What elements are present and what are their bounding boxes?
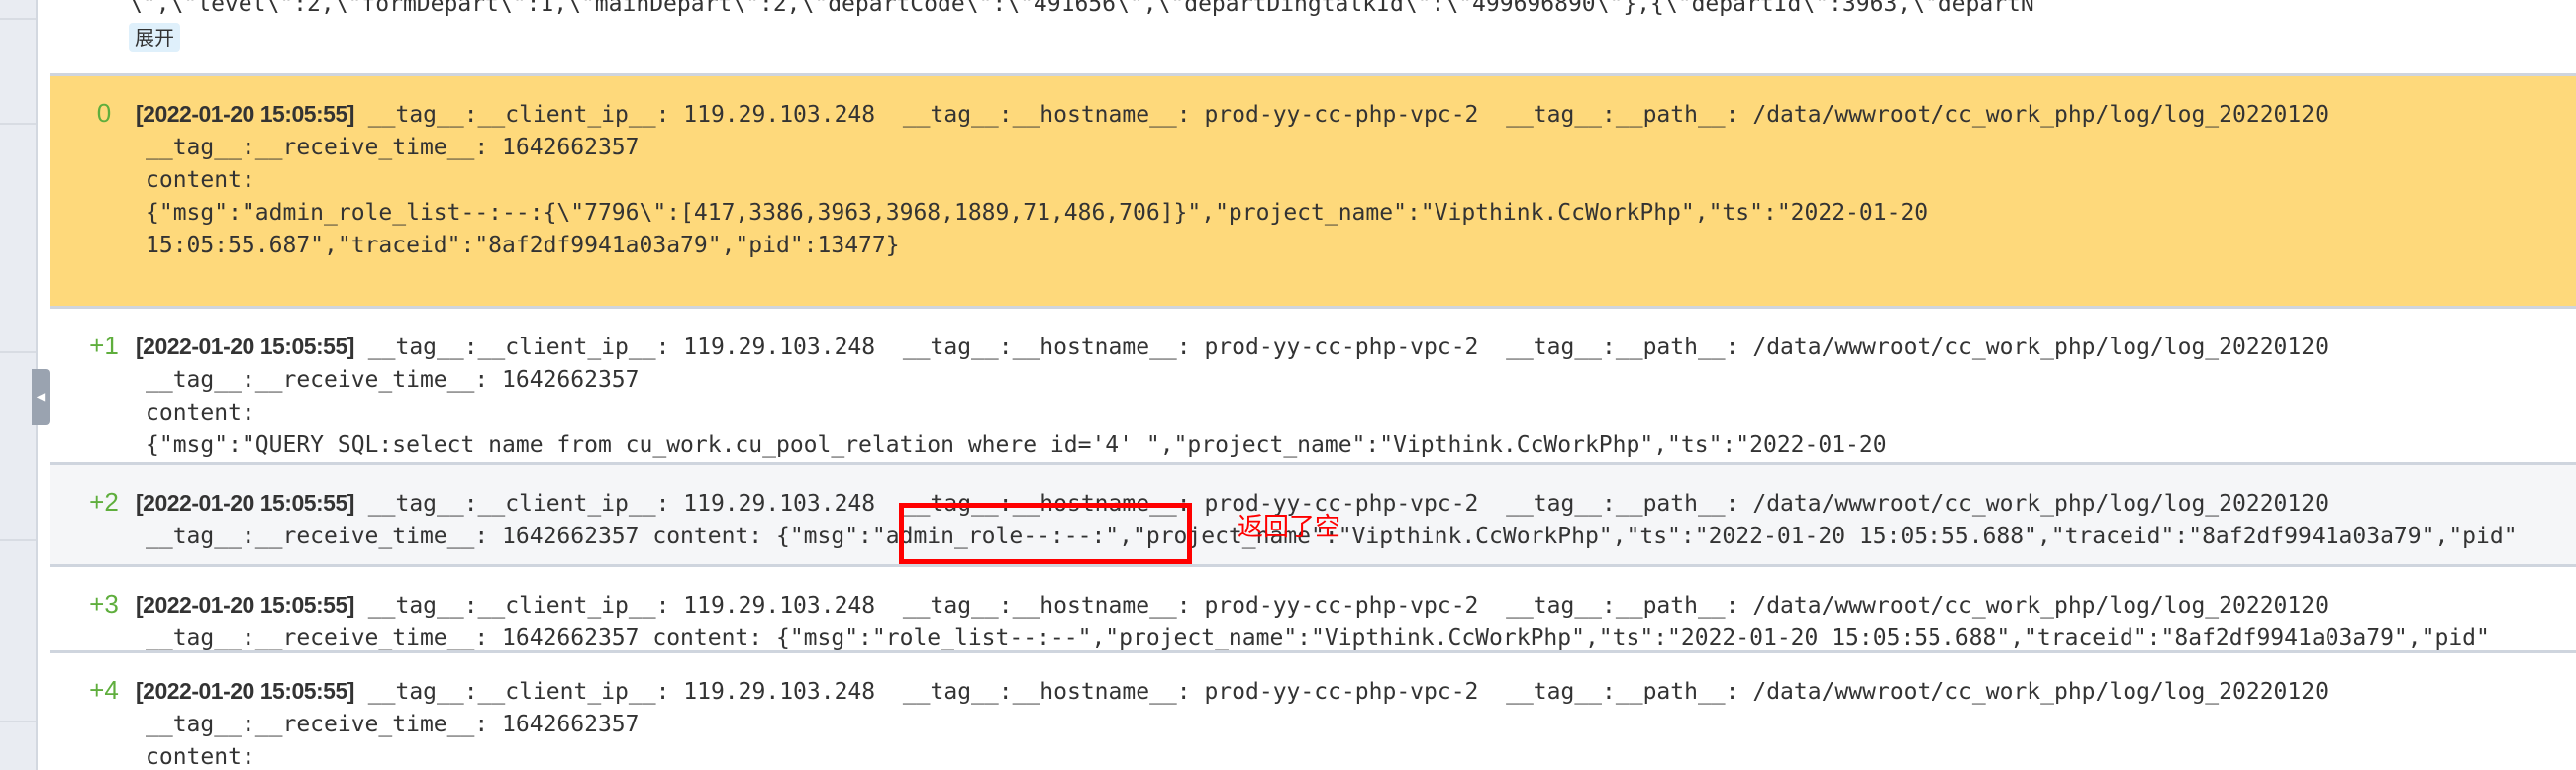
sidebar-divider [0, 351, 36, 353]
annotation-box [899, 503, 1192, 564]
log-line: __tag__:__receive_time__: 1642662357 con… [146, 626, 2490, 651]
log-line: {"msg":"QUERY SQL:select name from cu_wo… [146, 433, 1887, 458]
log-entry[interactable]: +3 [2022-01-20 15:05:55] __tag__:__client… [50, 567, 2576, 653]
log-line: content: [146, 400, 255, 426]
sidebar-divider [0, 539, 36, 541]
log-entry[interactable]: +4 [2022-01-20 15:05:55] __tag__:__client… [50, 653, 2576, 770]
log-line: __tag__:__receive_time__: 1642662357 [146, 712, 640, 737]
log-line: __tag__:__client_ip__: 119.29.103.248 __… [353, 335, 2328, 360]
log-line: __tag__:__client_ip__: 119.29.103.248 __… [353, 102, 2328, 128]
collapse-sidebar-handle[interactable]: ◀ [32, 369, 50, 425]
log-entry-partial: \",\"level\":2,\"formDepart\":1,\"mainDe… [50, 0, 2576, 76]
log-line: __tag__:__client_ip__: 119.29.103.248 __… [353, 593, 2328, 619]
log-entry[interactable]: 0 [2022-01-20 15:05:55] __tag__:__client_… [50, 76, 2576, 309]
entry-index: 0 [96, 98, 112, 128]
log-entry[interactable]: +1 [2022-01-20 15:05:55] __tag__:__client… [50, 309, 2576, 465]
chevron-left-icon: ◀ [36, 389, 46, 405]
log-line: content: [146, 167, 255, 193]
log-timestamp: [2022-01-20 15:05:55] [136, 101, 354, 127]
sidebar-divider [0, 123, 36, 125]
log-line: __tag__:__client_ip__: 119.29.103.248 __… [353, 679, 2328, 705]
log-timestamp: [2022-01-20 15:05:55] [136, 678, 354, 704]
log-list: \",\"level\":2,\"formDepart\":1,\"mainDe… [50, 0, 2576, 770]
log-timestamp: [2022-01-20 15:05:55] [136, 334, 354, 359]
entry-index: +2 [89, 487, 119, 517]
entry-index: +4 [89, 675, 119, 705]
expand-button[interactable]: 展开 [129, 23, 180, 52]
sidebar-divider [0, 721, 36, 722]
log-line: __tag__:__client_ip__: 119.29.103.248 __… [353, 491, 2328, 517]
log-line: 15:05:55.687","traceid":"8af2df9941a03a7… [146, 233, 900, 258]
log-timestamp: [2022-01-20 15:05:55] [136, 490, 354, 516]
entry-index: +1 [89, 331, 119, 360]
annotation-text: 返回了空 [1238, 513, 1341, 542]
log-line: __tag__:__receive_time__: 1642662357 [146, 367, 640, 393]
log-line: content: [146, 744, 255, 770]
entry-index: +3 [89, 589, 119, 619]
log-timestamp: [2022-01-20 15:05:55] [136, 592, 354, 618]
log-line: \",\"level\":2,\"formDepart\":1,\"mainDe… [129, 0, 2034, 17]
log-line: __tag__:__receive_time__: 1642662357 [146, 135, 640, 160]
log-line: {"msg":"admin_role_list--:--:{\"7796\":[… [146, 200, 1929, 226]
sidebar-divider [0, 18, 36, 20]
